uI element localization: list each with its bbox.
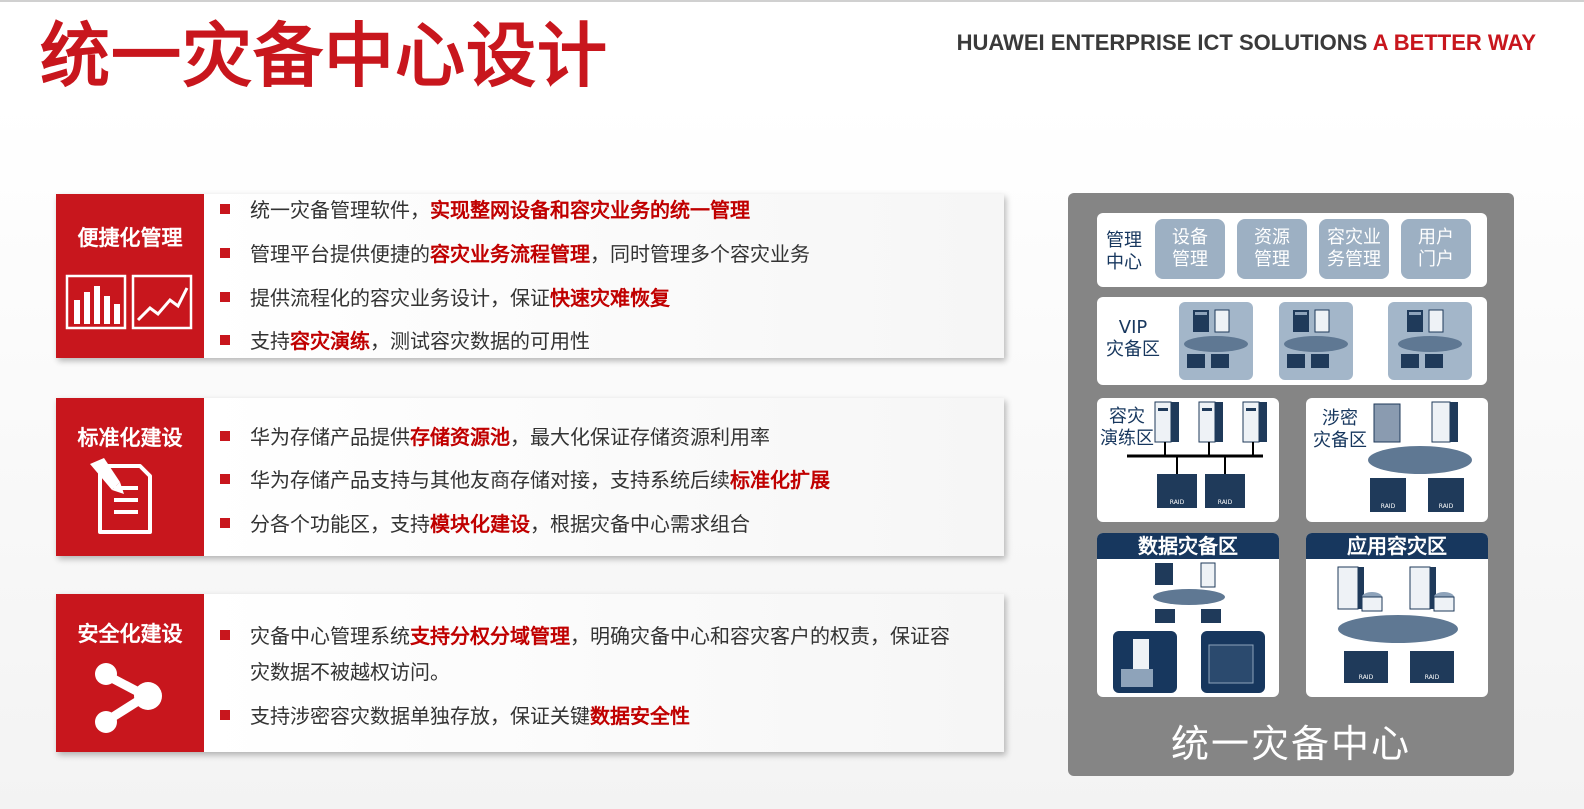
highlight-text: 容灾演练 <box>290 329 370 353</box>
feature-title: 安全化建设 <box>77 622 183 646</box>
tagline-slogan: A BETTER WAY <box>1372 30 1536 55</box>
highlight-text: 容灾业务流程管理 <box>430 242 590 266</box>
feature-body: 统一灾备管理软件，实现整网设备和容灾业务的统一管理 管理平台提供便捷的容灾业务流… <box>204 194 1004 358</box>
document-edit-icon <box>90 458 152 534</box>
highlight-text: 模块化建设 <box>430 512 530 536</box>
user-portal-pill: 用户 门户 <box>1401 219 1471 279</box>
bullet-square-icon <box>220 292 230 302</box>
highlight-text: 标准化扩展 <box>730 468 830 492</box>
feature-tile-standard: 标准化建设 <box>56 398 204 556</box>
feature-title: 标准化建设 <box>77 426 183 450</box>
bullet-square-icon <box>220 204 230 214</box>
device-management-pill: 设备 管理 <box>1155 219 1225 279</box>
dr-center-diagram: 管理 中心 设备 管理 资源 管理 容灾业 务管理 用户 门户 VIP 灾备区 … <box>1068 193 1514 776</box>
feature-tile-management: 便捷化管理 <box>56 194 204 358</box>
raid-label: RAID <box>1218 499 1233 506</box>
highlight-text: 存储资源池 <box>410 425 510 449</box>
raid-label: RAID <box>1439 503 1454 510</box>
secret-storage-icons: RAID RAID <box>1368 401 1472 512</box>
raid-label: RAID <box>1170 499 1185 506</box>
bullet-square-icon <box>220 630 230 640</box>
resource-management-pill: 资源 管理 <box>1237 219 1307 279</box>
bullet-item: 支持容灾演练，测试容灾数据的可用性 <box>220 323 984 359</box>
raid-label: RAID <box>1425 674 1440 681</box>
bullet-item: 分各个功能区，支持模块化建设，根据灾备中心需求组合 <box>220 506 984 542</box>
secret-zone-box: 涉密 灾备区 RAID RAID <box>1306 398 1488 522</box>
diagram-title: 统一灾备中心 <box>1170 722 1411 766</box>
bullet-item: 华为存储产品支持与其他友商存储对接，支持系统后续标准化扩展 <box>220 462 984 498</box>
bullet-item: 管理平台提供便捷的容灾业务流程管理，同时管理多个容灾业务 <box>220 236 984 272</box>
feature-body: 灾备中心管理系统支持分权分域管理，明确灾备中心和容灾客户的权责，保证容灾数据不被… <box>204 594 1004 752</box>
feature-panel-management: 便捷化管理 统一灾备管理软件，实现整网设备和容灾业务的统一管理 管理平台提供便捷… <box>56 194 1004 358</box>
app-dr-zone-header: 应用容灾区 <box>1306 533 1488 559</box>
page-title: 统一灾备中心设计 <box>40 15 608 97</box>
dr-service-management-pill: 容灾业 务管理 <box>1319 219 1389 279</box>
share-icon <box>95 663 162 733</box>
bullet-item: 提供流程化的容灾业务设计，保证快速灾难恢复 <box>220 280 984 316</box>
drill-network-icons: RAID RAID <box>1127 401 1268 508</box>
feature-body: 华为存储产品提供存储资源池，最大化保证存储资源利用率 华为存储产品支持与其他友商… <box>204 398 1004 556</box>
data-backup-zone-header: 数据灾备区 <box>1097 533 1279 559</box>
tagline-company: HUAWEI ENTERPRISE ICT SOLUTIONS <box>956 30 1368 55</box>
vip-zone-box: VIP 灾备区 <box>1097 297 1487 385</box>
bullet-square-icon <box>220 518 230 528</box>
feature-panel-standard: 标准化建设 华为存储产品提供存储资源池，最大化保证存储资源利用率 华为存储产品支… <box>56 398 1004 556</box>
bullet-item: 支持涉密容灾数据单独存放，保证关键数据安全性 <box>220 698 984 734</box>
app-dr-icons: RAID RAID <box>1337 566 1458 683</box>
bullet-item: 灾备中心管理系统支持分权分域管理，明确灾备中心和容灾客户的权责，保证容灾数据不被… <box>220 618 968 690</box>
app-dr-zone-box: 应用容灾区 RAID RAID <box>1306 533 1488 697</box>
vip-equipment-icons <box>1184 309 1463 369</box>
feature-tile-security: 安全化建设 <box>56 594 204 752</box>
bullet-item: 统一灾备管理软件，实现整网设备和容灾业务的统一管理 <box>220 192 984 228</box>
bullet-square-icon <box>220 431 230 441</box>
bullet-item: 华为存储产品提供存储资源池，最大化保证存储资源利用率 <box>220 419 984 455</box>
vip-zone-label: VIP 灾备区 <box>1106 317 1160 360</box>
data-backup-icons <box>1113 562 1265 693</box>
highlight-text: 快速灾难恢复 <box>550 286 670 310</box>
raid-label: RAID <box>1359 674 1374 681</box>
bullet-square-icon <box>220 335 230 345</box>
feature-panel-security: 安全化建设 灾备中心管理系统支持分权分域管理，明确灾备中心和容灾客户的权责，保证… <box>56 594 1004 752</box>
tagline: HUAWEI ENTERPRISE ICT SOLUTIONS A BETTER… <box>957 30 1536 56</box>
data-backup-zone-box: 数据灾备区 <box>1097 533 1279 697</box>
feature-title: 便捷化管理 <box>77 226 183 250</box>
bullet-square-icon <box>220 474 230 484</box>
drill-zone-box: 容灾 演练区 RAID RAID <box>1097 398 1279 522</box>
management-center-label: 管理 中心 <box>1106 230 1142 273</box>
chart-icons <box>65 274 193 330</box>
highlight-text: 支持分权分域管理 <box>410 624 570 648</box>
management-center-box: 管理 中心 设备 管理 资源 管理 容灾业 务管理 用户 门户 <box>1097 213 1487 287</box>
highlight-text: 实现整网设备和容灾业务的统一管理 <box>430 198 750 222</box>
raid-label: RAID <box>1381 503 1396 510</box>
top-rule <box>0 0 1584 2</box>
highlight-text: 数据安全性 <box>590 704 690 728</box>
bullet-square-icon <box>220 710 230 720</box>
bullet-square-icon <box>220 248 230 258</box>
